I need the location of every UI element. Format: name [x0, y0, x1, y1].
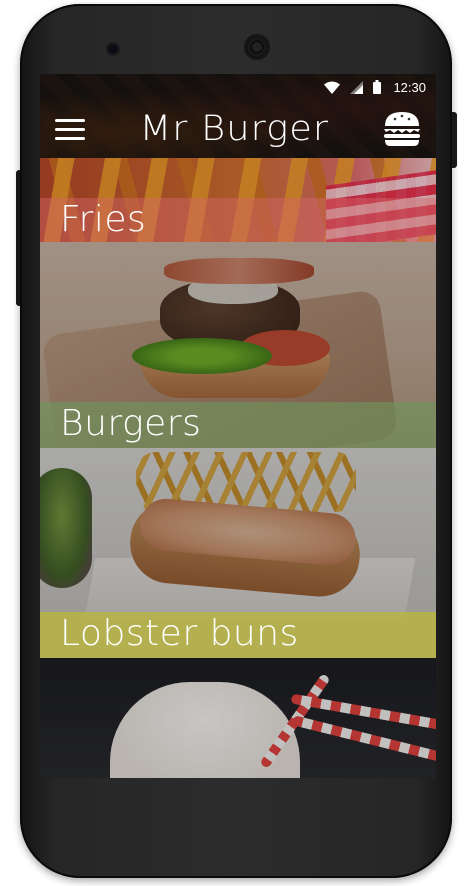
app-screen: 12:30 Mr Burger Fries Burgers Lobster bu… — [40, 74, 436, 778]
signal-icon — [350, 80, 364, 94]
category-label-lobster-buns: Lobster buns — [40, 612, 436, 658]
category-tile-lobster-buns[interactable]: Lobster buns — [40, 448, 436, 658]
front-camera — [108, 44, 118, 54]
hamburger-menu-icon[interactable] — [54, 117, 86, 141]
app-bar: Mr Burger — [40, 100, 436, 158]
image-shade — [40, 658, 436, 778]
wifi-icon — [324, 81, 341, 94]
battery-icon — [373, 80, 382, 94]
category-tile-fries[interactable]: Fries — [40, 158, 436, 242]
status-bar: 12:30 — [40, 74, 436, 100]
phone-chin — [40, 778, 436, 828]
speaker — [246, 36, 268, 58]
category-label-fries: Fries — [40, 198, 436, 242]
app-title: Mr Burger — [139, 109, 329, 149]
category-label-burgers: Burgers — [40, 402, 436, 448]
burger-icon[interactable] — [382, 111, 422, 147]
category-tile-burgers[interactable]: Burgers — [40, 242, 436, 448]
status-time: 12:30 — [393, 79, 426, 95]
category-tile-shakes[interactable] — [40, 658, 436, 778]
